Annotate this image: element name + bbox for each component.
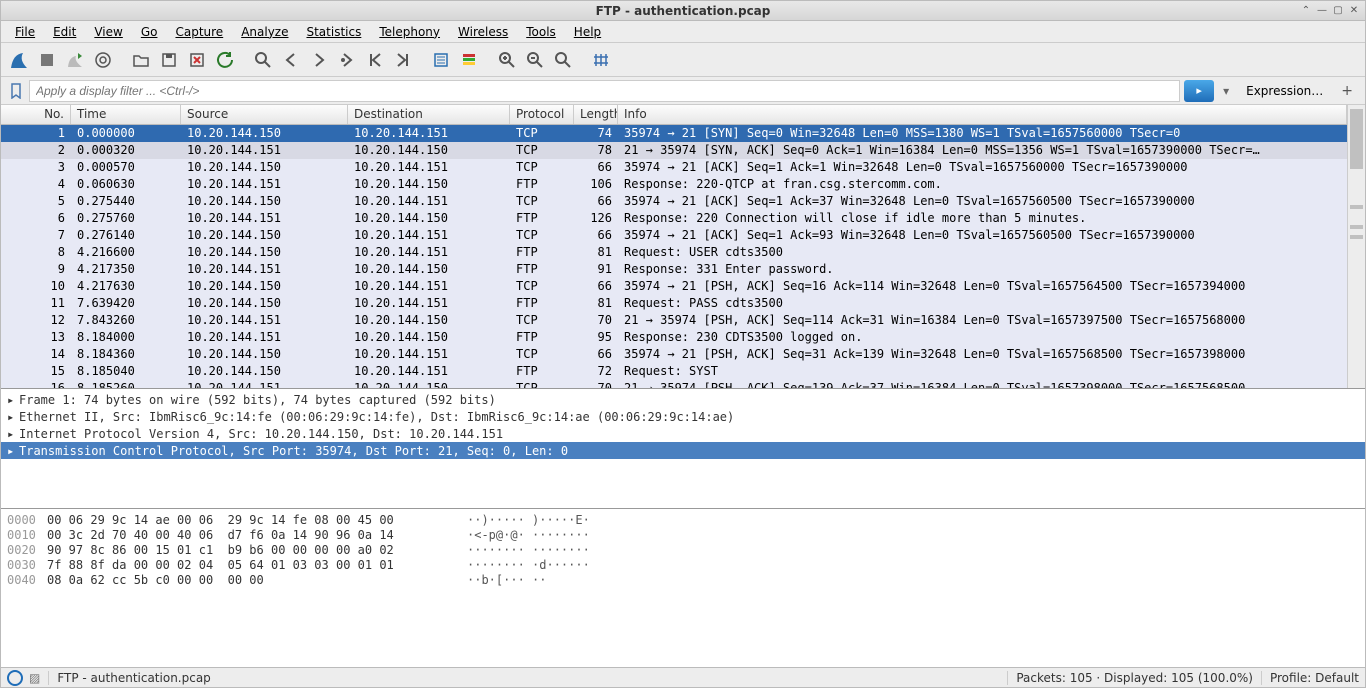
packet-details-pane[interactable]: ▸Frame 1: 74 bytes on wire (592 bits), 7…	[1, 389, 1365, 509]
detail-row[interactable]: ▸Frame 1: 74 bytes on wire (592 bits), 7…	[1, 391, 1365, 408]
apply-filter-button[interactable]	[1184, 80, 1214, 102]
reload-button[interactable]	[213, 48, 237, 72]
packet-row[interactable]: 148.18436010.20.144.15010.20.144.151TCP6…	[1, 346, 1347, 363]
packet-row[interactable]: 60.27576010.20.144.15110.20.144.150FTP12…	[1, 210, 1347, 227]
packet-list-body[interactable]: 10.00000010.20.144.15010.20.144.151TCP74…	[1, 125, 1347, 388]
packet-row[interactable]: 20.00032010.20.144.15110.20.144.150TCP78…	[1, 142, 1347, 159]
capture-options-button[interactable]	[91, 48, 115, 72]
chevron-right-icon: ▸	[7, 444, 19, 458]
capture-file-properties-icon[interactable]: ▨	[29, 671, 40, 685]
minimize-button[interactable]: —	[1315, 3, 1329, 17]
packet-row[interactable]: 10.00000010.20.144.15010.20.144.151TCP74…	[1, 125, 1347, 142]
packet-row[interactable]: 158.18504010.20.144.15010.20.144.151FTP7…	[1, 363, 1347, 380]
packet-row[interactable]: 50.27544010.20.144.15010.20.144.151TCP66…	[1, 193, 1347, 210]
app-window: FTP - authentication.pcap ⌃ — ▢ ✕ File E…	[0, 0, 1366, 688]
status-file: FTP - authentication.pcap	[57, 671, 999, 685]
restart-capture-button[interactable]	[63, 48, 87, 72]
stop-capture-button[interactable]	[35, 48, 59, 72]
menu-go[interactable]: Go	[133, 23, 166, 41]
window-controls: ⌃ — ▢ ✕	[1299, 3, 1361, 17]
bytes-row[interactable]: 002090 97 8c 86 00 15 01 c1 b9 b6 00 00 …	[7, 543, 1359, 558]
col-info[interactable]: Info	[618, 105, 1347, 124]
packet-row[interactable]: 138.18400010.20.144.15110.20.144.150FTP9…	[1, 329, 1347, 346]
packet-list: No. Time Source Destination Protocol Len…	[1, 105, 1347, 388]
minimap[interactable]	[1347, 105, 1365, 388]
bytes-row[interactable]: 000000 06 29 9c 14 ae 00 06 29 9c 14 fe …	[7, 513, 1359, 528]
zoom-reset-button[interactable]	[551, 48, 575, 72]
status-packets: Packets: 105 · Displayed: 105 (100.0%)	[1016, 671, 1253, 685]
panes: No. Time Source Destination Protocol Len…	[1, 105, 1365, 667]
toolbar	[1, 43, 1365, 77]
menu-view[interactable]: View	[86, 23, 130, 41]
collapse-button[interactable]: ⌃	[1299, 3, 1313, 17]
col-protocol[interactable]: Protocol	[510, 105, 574, 124]
go-to-packet-button[interactable]	[335, 48, 359, 72]
add-filter-button[interactable]: +	[1335, 81, 1359, 101]
menu-edit[interactable]: Edit	[45, 23, 84, 41]
shark-fin-icon[interactable]	[7, 48, 31, 72]
detail-row[interactable]: ▸Transmission Control Protocol, Src Port…	[1, 442, 1365, 459]
zoom-out-button[interactable]	[523, 48, 547, 72]
filter-dropdown-icon[interactable]: ▾	[1218, 84, 1234, 98]
chevron-right-icon: ▸	[7, 427, 19, 441]
auto-scroll-button[interactable]	[429, 48, 453, 72]
go-last-button[interactable]	[391, 48, 415, 72]
go-forward-button[interactable]	[307, 48, 331, 72]
col-destination[interactable]: Destination	[348, 105, 510, 124]
menu-help[interactable]: Help	[566, 23, 609, 41]
bytes-row[interactable]: 00307f 88 8f da 00 00 02 04 05 64 01 03 …	[7, 558, 1359, 573]
detail-row[interactable]: ▸Internet Protocol Version 4, Src: 10.20…	[1, 425, 1365, 442]
menu-wireless[interactable]: Wireless	[450, 23, 516, 41]
bookmark-icon[interactable]	[7, 82, 25, 100]
packet-row[interactable]: 168.18526010.20.144.15110.20.144.150TCP7…	[1, 380, 1347, 388]
expression-button[interactable]: Expression…	[1238, 82, 1331, 100]
filter-toolbar: ▾ Expression… +	[1, 77, 1365, 105]
chevron-right-icon: ▸	[7, 393, 19, 407]
find-packet-button[interactable]	[251, 48, 275, 72]
go-first-button[interactable]	[363, 48, 387, 72]
close-button[interactable]: ✕	[1347, 3, 1361, 17]
packet-row[interactable]: 104.21763010.20.144.15010.20.144.151TCP6…	[1, 278, 1347, 295]
go-back-button[interactable]	[279, 48, 303, 72]
menu-bar: File Edit View Go Capture Analyze Statis…	[1, 21, 1365, 43]
chevron-right-icon: ▸	[7, 410, 19, 424]
title-bar: FTP - authentication.pcap ⌃ — ▢ ✕	[1, 1, 1365, 21]
menu-file[interactable]: File	[7, 23, 43, 41]
zoom-in-button[interactable]	[495, 48, 519, 72]
menu-telephony[interactable]: Telephony	[371, 23, 448, 41]
col-length[interactable]: Length	[574, 105, 618, 124]
menu-capture[interactable]: Capture	[167, 23, 231, 41]
detail-row[interactable]: ▸Ethernet II, Src: IbmRisc6_9c:14:fe (00…	[1, 408, 1365, 425]
col-time[interactable]: Time	[71, 105, 181, 124]
resize-columns-button[interactable]	[589, 48, 613, 72]
menu-analyze[interactable]: Analyze	[233, 23, 296, 41]
packet-row[interactable]: 40.06063010.20.144.15110.20.144.150FTP10…	[1, 176, 1347, 193]
expert-info-icon[interactable]	[7, 670, 23, 686]
packet-row[interactable]: 84.21660010.20.144.15010.20.144.151FTP81…	[1, 244, 1347, 261]
status-bar: ▨ FTP - authentication.pcap Packets: 105…	[1, 667, 1365, 687]
packet-row[interactable]: 127.84326010.20.144.15110.20.144.150TCP7…	[1, 312, 1347, 329]
status-profile[interactable]: Profile: Default	[1270, 671, 1359, 685]
display-filter-input[interactable]	[29, 80, 1180, 102]
col-no[interactable]: No.	[1, 105, 71, 124]
bytes-row[interactable]: 004008 0a 62 cc 5b c0 00 00 00 00··b·[··…	[7, 573, 1359, 588]
close-file-button[interactable]	[185, 48, 209, 72]
packet-bytes-pane[interactable]: 000000 06 29 9c 14 ae 00 06 29 9c 14 fe …	[1, 509, 1365, 667]
maximize-button[interactable]: ▢	[1331, 3, 1345, 17]
window-title: FTP - authentication.pcap	[1, 4, 1365, 18]
colorize-button[interactable]	[457, 48, 481, 72]
open-file-button[interactable]	[129, 48, 153, 72]
packet-row[interactable]: 70.27614010.20.144.15010.20.144.151TCP66…	[1, 227, 1347, 244]
menu-statistics[interactable]: Statistics	[298, 23, 369, 41]
packet-row[interactable]: 30.00057010.20.144.15010.20.144.151TCP66…	[1, 159, 1347, 176]
save-file-button[interactable]	[157, 48, 181, 72]
packet-list-pane: No. Time Source Destination Protocol Len…	[1, 105, 1365, 389]
col-source[interactable]: Source	[181, 105, 348, 124]
packet-list-header: No. Time Source Destination Protocol Len…	[1, 105, 1347, 125]
packet-row[interactable]: 117.63942010.20.144.15010.20.144.151FTP8…	[1, 295, 1347, 312]
menu-tools[interactable]: Tools	[518, 23, 564, 41]
packet-row[interactable]: 94.21735010.20.144.15110.20.144.150FTP91…	[1, 261, 1347, 278]
bytes-row[interactable]: 001000 3c 2d 70 40 00 40 06 d7 f6 0a 14 …	[7, 528, 1359, 543]
